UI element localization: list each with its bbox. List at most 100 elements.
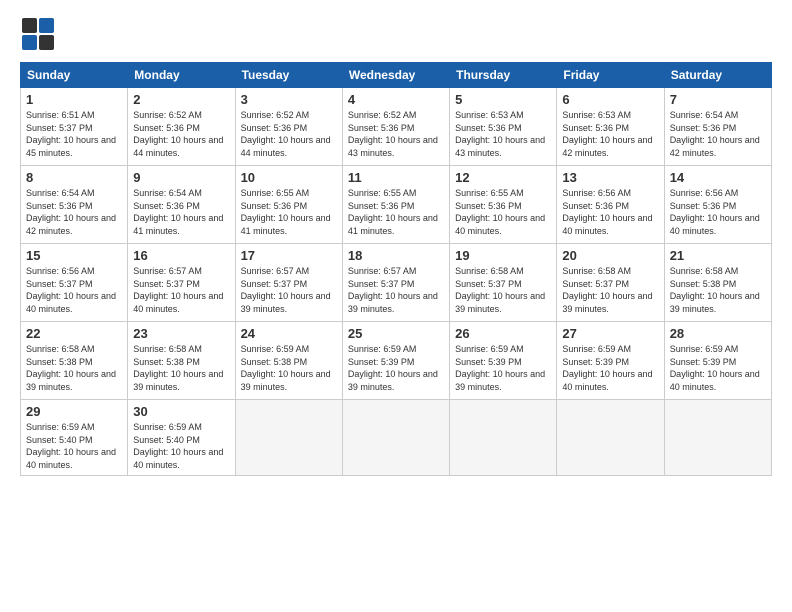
page-header xyxy=(20,16,772,52)
calendar-day-cell: 22 Sunrise: 6:58 AMSunset: 5:38 PMDayligh… xyxy=(21,322,128,400)
day-number: 6 xyxy=(562,92,658,107)
calendar-day-cell: 10 Sunrise: 6:55 AMSunset: 5:36 PMDayligh… xyxy=(235,166,342,244)
calendar-day-cell: 28 Sunrise: 6:59 AMSunset: 5:39 PMDayligh… xyxy=(664,322,771,400)
calendar-day-cell: 21 Sunrise: 6:58 AMSunset: 5:38 PMDayligh… xyxy=(664,244,771,322)
day-info: Sunrise: 6:58 AMSunset: 5:37 PMDaylight:… xyxy=(455,266,545,314)
day-number: 8 xyxy=(26,170,122,185)
calendar-day-cell: 13Sunrise: 6:56 AMSunset: 5:36 PMDayligh… xyxy=(557,166,664,244)
day-info: Sunrise: 6:59 AMSunset: 5:40 PMDaylight:… xyxy=(26,422,116,470)
day-info: Sunrise: 6:57 AMSunset: 5:37 PMDaylight:… xyxy=(133,266,223,314)
day-info: Sunrise: 6:55 AMSunset: 5:36 PMDaylight:… xyxy=(241,188,331,236)
day-number: 19 xyxy=(455,248,551,263)
day-info: Sunrise: 6:58 AMSunset: 5:38 PMDaylight:… xyxy=(670,266,760,314)
col-saturday: Saturday xyxy=(664,63,771,88)
day-number: 15 xyxy=(26,248,122,263)
calendar-day-cell: 12Sunrise: 6:55 AMSunset: 5:36 PMDayligh… xyxy=(450,166,557,244)
col-thursday: Thursday xyxy=(450,63,557,88)
day-number: 26 xyxy=(455,326,551,341)
calendar-day-cell: 7 Sunrise: 6:54 AMSunset: 5:36 PMDaylight… xyxy=(664,88,771,166)
day-info: Sunrise: 6:59 AMSunset: 5:39 PMDaylight:… xyxy=(455,344,545,392)
calendar-day-cell: 30 Sunrise: 6:59 AMSunset: 5:40 PMDayligh… xyxy=(128,400,235,476)
day-number: 24 xyxy=(241,326,337,341)
calendar-day-cell: 16 Sunrise: 6:57 AMSunset: 5:37 PMDayligh… xyxy=(128,244,235,322)
calendar-day-cell: 29 Sunrise: 6:59 AMSunset: 5:40 PMDayligh… xyxy=(21,400,128,476)
calendar-day-cell: 19 Sunrise: 6:58 AMSunset: 5:37 PMDayligh… xyxy=(450,244,557,322)
day-info: Sunrise: 6:54 AMSunset: 5:36 PMDaylight:… xyxy=(26,188,116,236)
calendar-day-cell: 8 Sunrise: 6:54 AMSunset: 5:36 PMDaylight… xyxy=(21,166,128,244)
calendar-week-row: 22 Sunrise: 6:58 AMSunset: 5:38 PMDayligh… xyxy=(21,322,772,400)
calendar-day-cell xyxy=(450,400,557,476)
day-number: 5 xyxy=(455,92,551,107)
calendar-page: Sunday Monday Tuesday Wednesday Thursday… xyxy=(0,0,792,612)
calendar-day-cell: 1 Sunrise: 6:51 AMSunset: 5:37 PMDaylight… xyxy=(21,88,128,166)
calendar-day-cell: 11Sunrise: 6:55 AMSunset: 5:36 PMDayligh… xyxy=(342,166,449,244)
day-info: Sunrise: 6:52 AMSunset: 5:36 PMDaylight:… xyxy=(348,110,438,158)
day-info: Sunrise: 6:58 AMSunset: 5:38 PMDaylight:… xyxy=(26,344,116,392)
calendar-day-cell: 9 Sunrise: 6:54 AMSunset: 5:36 PMDaylight… xyxy=(128,166,235,244)
day-number: 27 xyxy=(562,326,658,341)
day-info: Sunrise: 6:59 AMSunset: 5:39 PMDaylight:… xyxy=(670,344,760,392)
day-number: 14 xyxy=(670,170,766,185)
day-number: 28 xyxy=(670,326,766,341)
calendar-day-cell: 14 Sunrise: 6:56 AMSunset: 5:36 PMDayligh… xyxy=(664,166,771,244)
day-number: 18 xyxy=(348,248,444,263)
day-number: 10 xyxy=(241,170,337,185)
logo-icon xyxy=(20,16,56,52)
day-number: 29 xyxy=(26,404,122,419)
calendar-day-cell: 3 Sunrise: 6:52 AMSunset: 5:36 PMDaylight… xyxy=(235,88,342,166)
col-friday: Friday xyxy=(557,63,664,88)
logo xyxy=(20,16,60,52)
day-number: 20 xyxy=(562,248,658,263)
day-number: 9 xyxy=(133,170,229,185)
day-info: Sunrise: 6:54 AMSunset: 5:36 PMDaylight:… xyxy=(670,110,760,158)
day-number: 16 xyxy=(133,248,229,263)
col-tuesday: Tuesday xyxy=(235,63,342,88)
day-info: Sunrise: 6:51 AMSunset: 5:37 PMDaylight:… xyxy=(26,110,116,158)
day-number: 7 xyxy=(670,92,766,107)
col-sunday: Sunday xyxy=(21,63,128,88)
calendar-day-cell: 2 Sunrise: 6:52 AMSunset: 5:36 PMDaylight… xyxy=(128,88,235,166)
day-info: Sunrise: 6:59 AMSunset: 5:39 PMDaylight:… xyxy=(348,344,438,392)
day-info: Sunrise: 6:53 AMSunset: 5:36 PMDaylight:… xyxy=(562,110,652,158)
calendar-week-row: 29 Sunrise: 6:59 AMSunset: 5:40 PMDayligh… xyxy=(21,400,772,476)
day-info: Sunrise: 6:58 AMSunset: 5:38 PMDaylight:… xyxy=(133,344,223,392)
day-number: 22 xyxy=(26,326,122,341)
day-number: 1 xyxy=(26,92,122,107)
day-info: Sunrise: 6:56 AMSunset: 5:36 PMDaylight:… xyxy=(562,188,652,236)
calendar-day-cell xyxy=(557,400,664,476)
day-info: Sunrise: 6:59 AMSunset: 5:39 PMDaylight:… xyxy=(562,344,652,392)
day-info: Sunrise: 6:59 AMSunset: 5:38 PMDaylight:… xyxy=(241,344,331,392)
calendar-day-cell: 15Sunrise: 6:56 AMSunset: 5:37 PMDayligh… xyxy=(21,244,128,322)
day-info: Sunrise: 6:56 AMSunset: 5:36 PMDaylight:… xyxy=(670,188,760,236)
col-monday: Monday xyxy=(128,63,235,88)
day-number: 4 xyxy=(348,92,444,107)
calendar-day-cell: 6 Sunrise: 6:53 AMSunset: 5:36 PMDaylight… xyxy=(557,88,664,166)
day-number: 21 xyxy=(670,248,766,263)
calendar-day-cell xyxy=(235,400,342,476)
day-info: Sunrise: 6:52 AMSunset: 5:36 PMDaylight:… xyxy=(133,110,223,158)
calendar-table: Sunday Monday Tuesday Wednesday Thursday… xyxy=(20,62,772,476)
calendar-day-cell: 25 Sunrise: 6:59 AMSunset: 5:39 PMDayligh… xyxy=(342,322,449,400)
day-number: 30 xyxy=(133,404,229,419)
day-info: Sunrise: 6:54 AMSunset: 5:36 PMDaylight:… xyxy=(133,188,223,236)
calendar-day-cell: 20 Sunrise: 6:58 AMSunset: 5:37 PMDayligh… xyxy=(557,244,664,322)
day-number: 2 xyxy=(133,92,229,107)
calendar-day-cell: 23 Sunrise: 6:58 AMSunset: 5:38 PMDayligh… xyxy=(128,322,235,400)
calendar-week-row: 8 Sunrise: 6:54 AMSunset: 5:36 PMDaylight… xyxy=(21,166,772,244)
calendar-day-cell: 27 Sunrise: 6:59 AMSunset: 5:39 PMDayligh… xyxy=(557,322,664,400)
day-info: Sunrise: 6:57 AMSunset: 5:37 PMDaylight:… xyxy=(241,266,331,314)
day-number: 25 xyxy=(348,326,444,341)
calendar-day-cell xyxy=(664,400,771,476)
day-info: Sunrise: 6:53 AMSunset: 5:36 PMDaylight:… xyxy=(455,110,545,158)
calendar-day-cell: 26 Sunrise: 6:59 AMSunset: 5:39 PMDayligh… xyxy=(450,322,557,400)
day-info: Sunrise: 6:58 AMSunset: 5:37 PMDaylight:… xyxy=(562,266,652,314)
calendar-day-cell: 4 Sunrise: 6:52 AMSunset: 5:36 PMDaylight… xyxy=(342,88,449,166)
day-info: Sunrise: 6:52 AMSunset: 5:36 PMDaylight:… xyxy=(241,110,331,158)
day-info: Sunrise: 6:59 AMSunset: 5:40 PMDaylight:… xyxy=(133,422,223,470)
calendar-day-cell xyxy=(342,400,449,476)
calendar-day-cell: 5 Sunrise: 6:53 AMSunset: 5:36 PMDaylight… xyxy=(450,88,557,166)
day-number: 11 xyxy=(348,170,444,185)
calendar-header-row: Sunday Monday Tuesday Wednesday Thursday… xyxy=(21,63,772,88)
day-number: 23 xyxy=(133,326,229,341)
day-number: 3 xyxy=(241,92,337,107)
